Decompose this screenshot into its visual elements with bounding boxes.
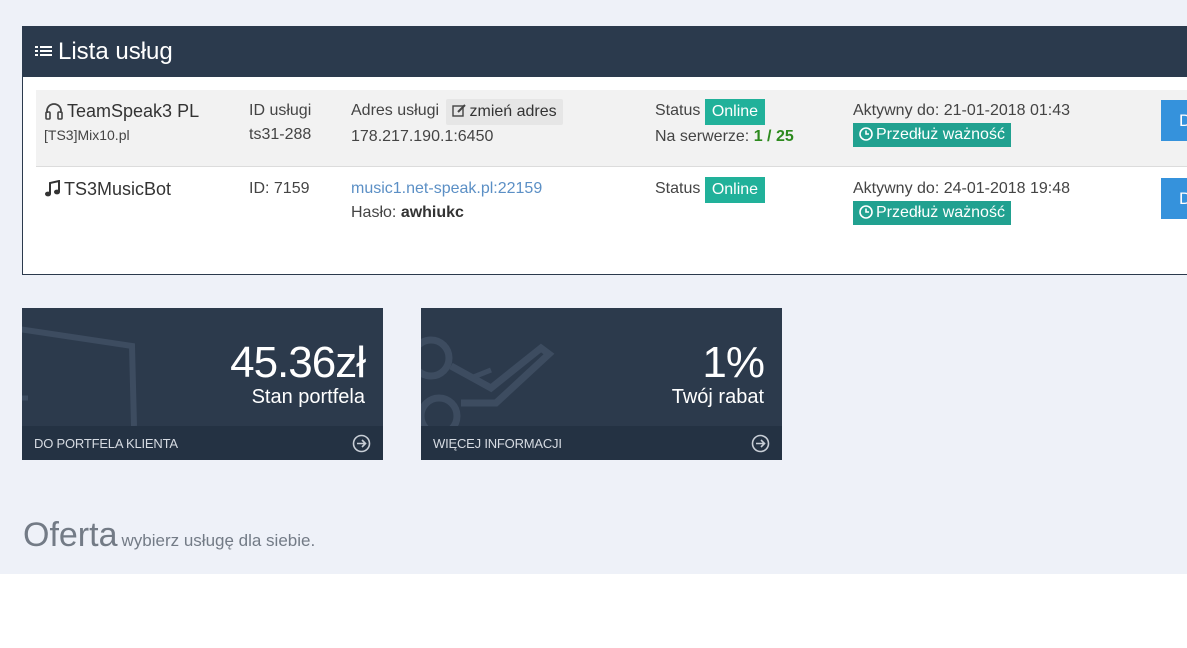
extend-button[interactable]: Przedłuż ważność [853,123,1011,147]
scissors-icon [421,336,555,438]
offer-subtitle: wybierz usługę dla siebie. [121,531,316,550]
wallet-label: Stan portfela [251,386,365,408]
service-action-button[interactable]: Da [1161,178,1187,219]
panel-header: Lista usług [23,27,1187,77]
password-label: Hasło: [351,204,397,221]
service-name[interactable]: TS3MusicBot [64,177,171,201]
server-label: Na serwerze: [655,128,750,145]
arrow-circle-right-icon [352,434,371,453]
service-name[interactable]: TeamSpeak3 PL [67,99,199,123]
extend-button[interactable]: Przedłuż ważność [853,201,1011,225]
wallet-balance: 45.36zł [230,338,366,387]
clock-icon [859,127,873,141]
service-id: ID: 7159 [249,180,310,197]
service-id-value: ts31-288 [249,126,312,143]
discount-label: Twój rabat [671,386,764,408]
offer-heading: Oferta wybierz usługę dla siebie. [23,516,315,555]
edit-icon [451,104,466,117]
wallet-icon [22,326,137,427]
services-panel: Lista usług TeamSpeak3 PL [TS3]Mix10.pl … [22,26,1187,275]
offer-title: Oferta [23,516,118,554]
password-value: awhiukc [400,204,464,221]
arrow-circle-right-icon [751,434,770,453]
music-note-icon [45,180,60,197]
change-address-button[interactable]: zmień adres [445,99,563,125]
status-label: Status [655,102,701,119]
extend-label: Przedłuż ważność [876,126,1005,143]
service-subname: [TS3]Mix10.pl [44,127,130,143]
wallet-footer-link[interactable]: DO PORTFELA KLIENTA [22,426,383,460]
active-until: Aktywny do: 21-01-2018 01:43 [853,102,1071,119]
wallet-tile: 45.36zł Stan portfela DO PORTFELA KLIENT… [22,308,383,460]
active-until: Aktywny do: 24-01-2018 19:48 [853,180,1071,197]
service-row: TS3MusicBot ID: 7159 music1.net-speak.pl… [36,167,1187,243]
service-row: TeamSpeak3 PL [TS3]Mix10.pl ID usługi ts… [36,90,1187,167]
service-action-button[interactable]: Da [1161,100,1187,141]
panel-title: Lista usług [58,38,173,65]
list-icon [35,46,52,56]
service-address-link[interactable]: music1.net-speak.pl:22159 [351,177,542,201]
clock-icon [859,205,873,219]
status-badge: Online [704,99,766,125]
service-id-label: ID usługi [249,102,312,119]
address-label: Adres usługi [351,102,440,119]
status-badge: Online [704,177,766,203]
discount-tile: 1% Twój rabat WIĘCEJ INFORMACJI [421,308,782,460]
service-address: 178.217.190.1:6450 [351,128,494,145]
discount-footer-link[interactable]: WIĘCEJ INFORMACJI [421,426,782,460]
discount-footer-label: WIĘCEJ INFORMACJI [433,436,562,451]
status-label: Status [655,180,701,197]
change-address-label: zmień adres [469,103,557,120]
discount-value: 1% [702,338,765,387]
extend-label: Przedłuż ważność [876,204,1005,221]
server-count: 1 / 25 [753,128,794,145]
headphones-icon [45,103,63,120]
wallet-footer-label: DO PORTFELA KLIENTA [34,436,178,451]
